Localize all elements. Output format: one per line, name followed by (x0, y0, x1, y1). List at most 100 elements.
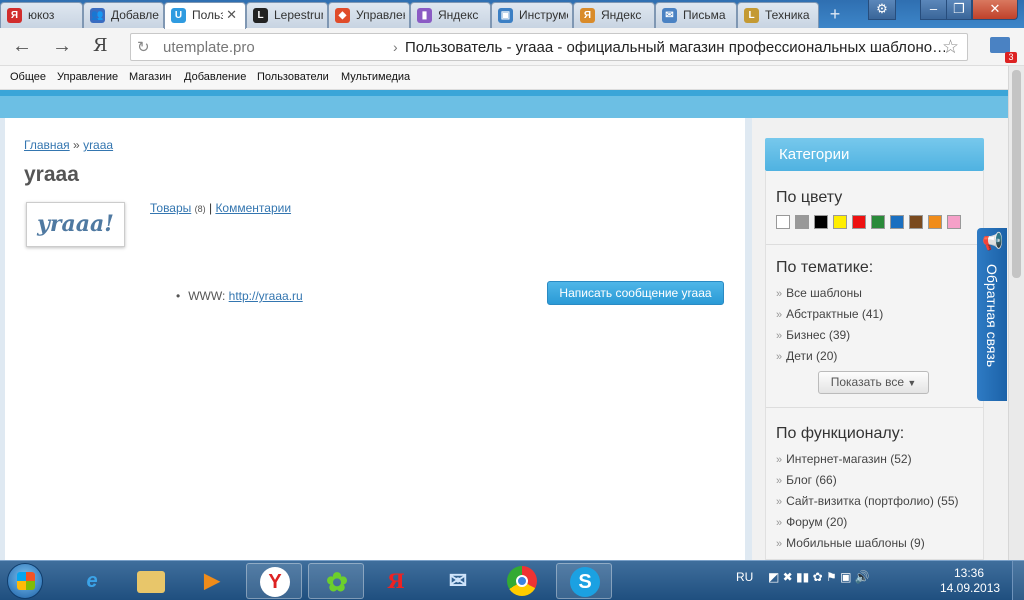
vertical-scrollbar[interactable] (1008, 66, 1024, 560)
main-content (5, 118, 745, 560)
send-message-button[interactable]: Написать сообщение yraaa (547, 281, 724, 305)
breadcrumb: Главная » yraaa (24, 138, 113, 152)
browser-tab[interactable]: ▮ Яндекс (410, 2, 491, 28)
color-swatch[interactable] (852, 215, 866, 229)
mail-icon[interactable] (990, 37, 1010, 53)
theme-item-label: Абстрактные (41) (786, 307, 884, 321)
start-button[interactable] (7, 563, 43, 599)
feedback-tab[interactable]: 📢 Обратная связь (977, 228, 1007, 401)
function-item[interactable]: » Сайт-визитка (портфолио) (55) (776, 494, 959, 508)
taskbar-chrome[interactable] (494, 563, 550, 599)
megaphone-icon: 📢 (982, 232, 1004, 251)
by-theme-heading: По тематике: (776, 259, 874, 276)
browser-tab[interactable]: Я Яндекс (573, 2, 655, 28)
function-item-label: Мобильные шаблоны (9) (786, 536, 925, 550)
reload-icon[interactable]: ↻ (137, 38, 150, 56)
website-link[interactable]: http://yraaa.ru (229, 289, 303, 303)
back-arrow-icon[interactable]: ← (12, 36, 32, 56)
show-desktop-button[interactable] (1012, 561, 1024, 600)
navigation-bar: ← → Я ↻ utemplate.pro › Пользователь - y… (0, 28, 1024, 66)
gear-icon[interactable]: ⚙ (868, 0, 896, 20)
theme-item[interactable]: » Дети (20) (776, 349, 837, 363)
menu-item-add[interactable]: Добавление (184, 71, 246, 83)
maximize-button[interactable]: ❐ (946, 0, 972, 20)
yandex-icon: Я (7, 8, 22, 23)
browser-tab[interactable]: ▣ Инструменты (491, 2, 573, 28)
ucoz-icon: U (171, 8, 186, 23)
color-swatch[interactable] (833, 215, 847, 229)
function-item[interactable]: » Блог (66) (776, 473, 837, 487)
breadcrumb-home-link[interactable]: Главная (24, 138, 70, 152)
website-row: • WWW: http://yraaa.ru (176, 289, 303, 303)
theme-item-label: Дети (20) (786, 349, 838, 363)
color-swatch[interactable] (909, 215, 923, 229)
theme-item-label: Все шаблоны (786, 286, 862, 300)
color-swatch[interactable] (890, 215, 904, 229)
arrow-icon: » (776, 330, 783, 342)
yandex-icon[interactable]: Я (93, 36, 108, 56)
menu-item-management[interactable]: Управление (57, 71, 118, 83)
language-indicator[interactable]: RU (736, 570, 753, 584)
address-bar[interactable]: ↻ utemplate.pro › Пользователь - yraaa -… (130, 33, 968, 61)
divider (766, 407, 983, 408)
comments-link[interactable]: Комментарии (215, 201, 291, 215)
browser-tab[interactable]: 👥 Добавление (83, 2, 164, 28)
minimize-button[interactable]: – (920, 0, 947, 20)
breadcrumb-separator: » (73, 138, 80, 152)
theme-item[interactable]: » Бизнес (39) (776, 328, 850, 342)
taskbar-skype[interactable]: S (556, 563, 612, 599)
browser-tab[interactable]: L Техника (737, 2, 819, 28)
function-item[interactable]: » Интернет-магазин (52) (776, 452, 912, 466)
forward-arrow-icon[interactable]: → (52, 36, 72, 56)
fox-icon: Я (580, 8, 595, 23)
tray-icons[interactable]: ◩ ✖ ▮▮ ✿ ⚑ ▣ 🔊 (768, 570, 870, 584)
taskbar-ie[interactable]: e (64, 563, 120, 599)
browser-tab[interactable]: ◆ Управление (328, 2, 410, 28)
taskbar-explorer[interactable] (124, 563, 180, 599)
close-window-button[interactable]: ✕ (972, 0, 1018, 20)
browser-tab-label: Пользователь (192, 8, 223, 22)
menu-item-multimedia[interactable]: Мультимедиа (341, 71, 410, 83)
window-icon: ▣ (498, 8, 513, 23)
taskbar-yandex-browser[interactable]: Y (246, 563, 302, 599)
color-swatch[interactable] (871, 215, 885, 229)
menu-item-general[interactable]: Общее (10, 71, 46, 83)
clock[interactable]: 13:36 14.09.2013 (940, 566, 1000, 596)
close-tab-icon[interactable]: ✕ (226, 7, 237, 23)
taskbar-yandex[interactable]: Я (368, 563, 424, 599)
browser-tab[interactable]: L Lepestrum (246, 2, 328, 28)
color-swatch[interactable] (947, 215, 961, 229)
scrollbar-thumb[interactable] (1012, 70, 1021, 278)
theme-item[interactable]: » Все шаблоны (776, 286, 862, 300)
breadcrumb-current-link[interactable]: yraaa (83, 138, 113, 152)
user-links: Товары (8) | Комментарии (150, 201, 291, 215)
bullet-icon: • (176, 289, 181, 303)
taskbar-mail[interactable]: ✉ (430, 563, 486, 599)
skype-icon: S (570, 567, 600, 597)
browser-tab[interactable]: U Пользователь✕ (164, 2, 246, 29)
browser-tab[interactable]: Яюкоз (0, 2, 83, 28)
color-swatch[interactable] (776, 215, 790, 229)
color-swatch[interactable] (928, 215, 942, 229)
browser-tab-label: Яндекс (601, 8, 642, 22)
taskbar-icq[interactable]: ✿ (308, 563, 364, 599)
arrow-icon: » (776, 351, 783, 363)
goods-link[interactable]: Товары (150, 201, 191, 215)
arrow-icon: » (776, 517, 783, 529)
address-domain: utemplate.pro (163, 39, 255, 56)
show-all-button[interactable]: Показать все ▼ (818, 371, 929, 394)
avatar: yraaa! (26, 202, 125, 247)
menu-item-shop[interactable]: Магазин (129, 71, 171, 83)
function-item[interactable]: » Мобильные шаблоны (9) (776, 536, 925, 550)
function-item[interactable]: » Форум (20) (776, 515, 847, 529)
browser-tab[interactable]: ✉ Письма (655, 2, 737, 28)
menu-item-users[interactable]: Пользователи (257, 71, 329, 83)
theme-item[interactable]: » Абстрактные (41) (776, 307, 883, 321)
taskbar-media[interactable]: ▶ (184, 563, 240, 599)
ucoz-red-icon: ◆ (335, 8, 350, 23)
function-item-label: Сайт-визитка (портфолио) (55) (786, 494, 959, 508)
bookmark-star-icon[interactable]: ☆ (942, 36, 959, 59)
color-swatch[interactable] (795, 215, 809, 229)
new-tab-button[interactable]: + (824, 4, 846, 24)
color-swatch[interactable] (814, 215, 828, 229)
